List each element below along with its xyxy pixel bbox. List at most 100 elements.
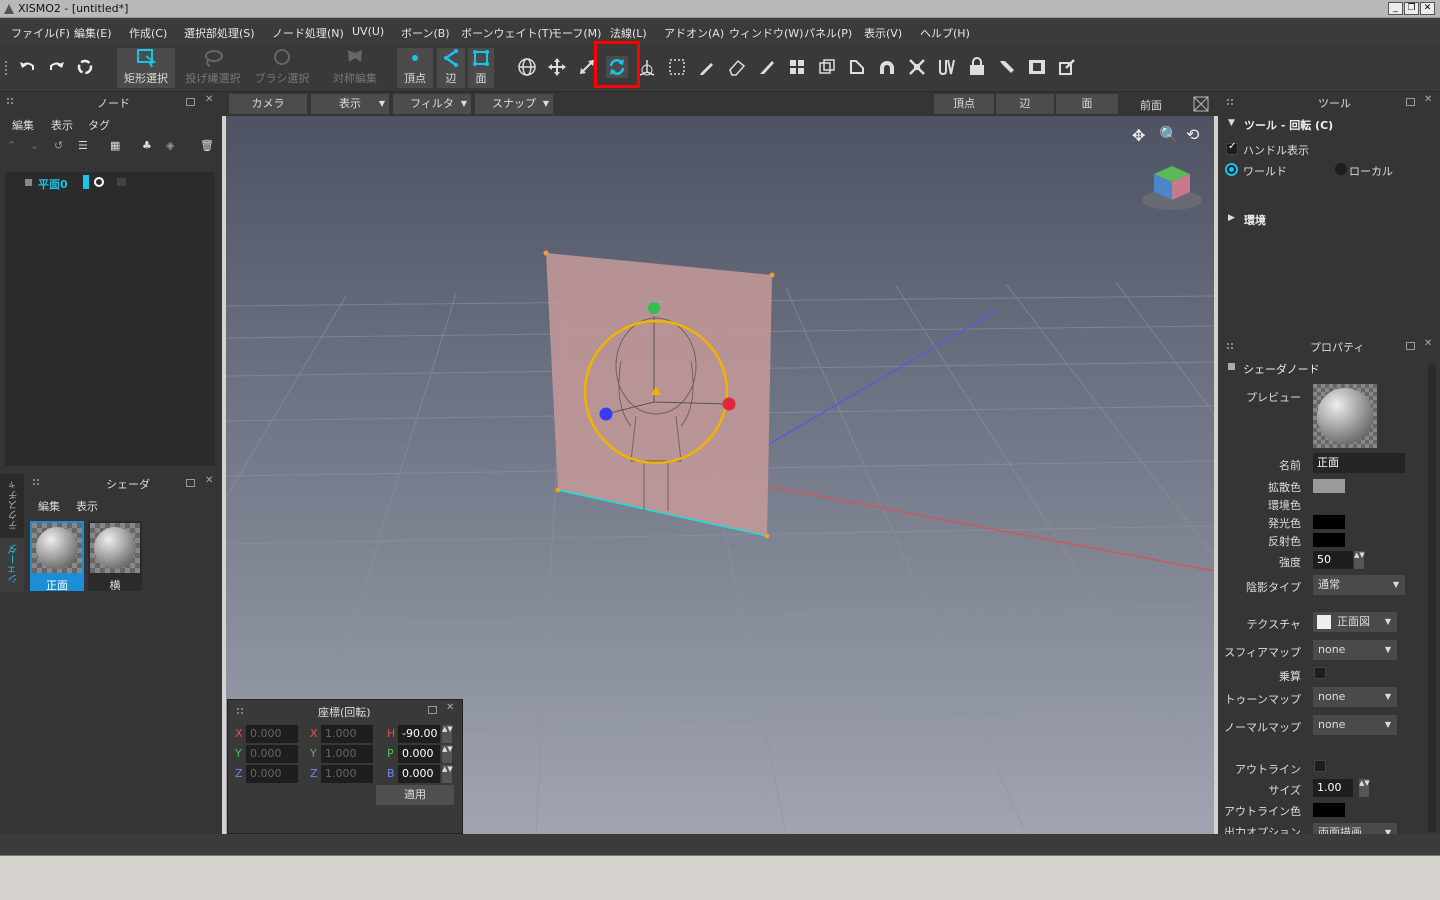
- menu-uv[interactable]: UV(U): [352, 25, 384, 38]
- outline-checkbox[interactable]: [1314, 760, 1326, 772]
- coord-y-input[interactable]: 0.000: [246, 745, 298, 763]
- menu-view[interactable]: 表示(V): [864, 25, 902, 41]
- symmetry-edit-button[interactable]: 対称編集: [326, 48, 384, 88]
- face-view-tab[interactable]: 面: [1056, 94, 1118, 114]
- cube-edit-icon[interactable]: [816, 56, 838, 78]
- marquee-icon[interactable]: [666, 56, 688, 78]
- recycle-icon[interactable]: [74, 56, 96, 78]
- vertex-view-tab[interactable]: 頂点: [934, 94, 994, 114]
- tab-shader[interactable]: シェーダ: [7, 544, 22, 584]
- menu-boneweight[interactable]: ボーンウェイト(T): [461, 25, 553, 41]
- toon-map-dropdown[interactable]: none ▼: [1313, 687, 1397, 707]
- grid-icon[interactable]: ▦: [110, 139, 120, 152]
- node-menu-edit[interactable]: 編集: [12, 117, 34, 133]
- menu-normal[interactable]: 法線(L): [610, 25, 647, 41]
- menu-window[interactable]: ウィンドウ(W): [729, 25, 803, 41]
- node-menu-tag[interactable]: タグ: [88, 117, 110, 133]
- coord-p-input[interactable]: 0.000: [398, 745, 440, 763]
- vertex-mode-button[interactable]: 頂点: [397, 48, 433, 88]
- coord-sz-input[interactable]: 1.000: [321, 765, 373, 783]
- shadow-type-dropdown[interactable]: 通常 ▼: [1313, 575, 1405, 595]
- display-tab[interactable]: 表示 ▼: [311, 94, 389, 114]
- env-section-title[interactable]: 環境: [1244, 212, 1266, 228]
- texture-dropdown[interactable]: 正面図 ▼: [1313, 612, 1397, 632]
- coord-panel-close-button[interactable]: ✕: [446, 702, 454, 713]
- pan-icon[interactable]: ✥: [1132, 126, 1145, 145]
- strength-spinner[interactable]: ▲▼: [1354, 551, 1365, 569]
- edge-mode-button[interactable]: 辺: [437, 48, 465, 88]
- menu-panel[interactable]: パネル(P): [804, 25, 852, 41]
- shader-menu-view[interactable]: 表示: [76, 498, 98, 514]
- pencil-icon[interactable]: [696, 56, 718, 78]
- brush-icon[interactable]: [996, 56, 1018, 78]
- menu-addon[interactable]: アドオン(A): [664, 25, 724, 41]
- node-panel-float-button[interactable]: [186, 98, 195, 106]
- menu-node[interactable]: ノード処理(N): [272, 25, 344, 41]
- list-icon[interactable]: ☰: [78, 139, 88, 152]
- local-radio[interactable]: [1335, 163, 1347, 175]
- spinner[interactable]: ▲▼: [442, 745, 453, 763]
- lasso-select-button[interactable]: 投げ縄選択: [184, 48, 242, 88]
- move-down-icon[interactable]: ⌄: [30, 139, 39, 152]
- coord-h-input[interactable]: -90.00: [398, 725, 440, 743]
- coord-x-input[interactable]: 0.000: [246, 725, 298, 743]
- menu-bone[interactable]: ボーン(B): [401, 25, 450, 41]
- menu-select[interactable]: 選択部処理(S): [184, 25, 255, 41]
- rect-select-button[interactable]: 矩形選択: [117, 48, 175, 88]
- visibility-icon[interactable]: [94, 177, 104, 187]
- shader-menu-edit[interactable]: 編集: [38, 498, 60, 514]
- lock-icon[interactable]: [117, 178, 126, 186]
- group-icon[interactable]: ♣: [142, 139, 152, 152]
- size-spinner[interactable]: ▲▼: [1359, 779, 1370, 797]
- undo-icon[interactable]: [16, 56, 38, 78]
- property-scrollbar[interactable]: [1428, 364, 1436, 832]
- arch-icon[interactable]: [876, 56, 898, 78]
- emissive-color-swatch[interactable]: [1313, 515, 1345, 529]
- edge-view-tab[interactable]: 辺: [996, 94, 1054, 114]
- coord-panel-float-button[interactable]: [428, 706, 437, 714]
- shader-item[interactable]: 正面: [30, 521, 84, 592]
- coord-b-input[interactable]: 0.000: [398, 765, 440, 783]
- bevel-icon[interactable]: [846, 56, 868, 78]
- close-button[interactable]: ✕: [1420, 2, 1435, 15]
- normal-map-dropdown[interactable]: none ▼: [1313, 715, 1397, 735]
- cube-icon[interactable]: ◈: [166, 139, 174, 152]
- name-input[interactable]: 正面: [1313, 453, 1405, 473]
- menu-edit[interactable]: 編集(E): [74, 25, 112, 41]
- puzzle-icon[interactable]: [786, 56, 808, 78]
- snap-tab[interactable]: スナップ ▼: [475, 94, 553, 114]
- shader-item[interactable]: 横: [88, 521, 142, 592]
- node-menu-view[interactable]: 表示: [51, 117, 73, 133]
- bag-icon[interactable]: [966, 56, 988, 78]
- view-name[interactable]: 前面: [1140, 97, 1162, 113]
- globe-icon[interactable]: [516, 56, 538, 78]
- spinner[interactable]: ▲▼: [442, 765, 453, 783]
- eraser-icon[interactable]: [726, 56, 748, 78]
- output-option-dropdown[interactable]: 両面描画 ▼: [1313, 823, 1397, 834]
- node-panel-close-button[interactable]: ✕: [205, 94, 213, 105]
- orbit-icon[interactable]: ⟲: [1186, 125, 1199, 144]
- film-icon[interactable]: [1026, 56, 1048, 78]
- outline-color-swatch[interactable]: [1313, 803, 1345, 817]
- spinner[interactable]: ▲▼: [442, 725, 453, 743]
- edit-box-icon[interactable]: [1056, 56, 1078, 78]
- filter-tab[interactable]: フィルタ ▼: [393, 94, 471, 114]
- coord-sy-input[interactable]: 1.000: [321, 745, 373, 763]
- ambient-color-swatch[interactable]: [1313, 497, 1345, 511]
- sphere-map-dropdown[interactable]: none ▼: [1313, 640, 1397, 660]
- tool-panel-close-button[interactable]: ✕: [1424, 94, 1432, 105]
- coord-sx-input[interactable]: 1.000: [321, 725, 373, 743]
- trash-icon[interactable]: 🗑: [200, 139, 214, 152]
- size-input[interactable]: 1.00: [1313, 779, 1353, 797]
- diffuse-color-swatch[interactable]: [1313, 479, 1345, 493]
- collapse-arrow-icon[interactable]: ▼: [1228, 118, 1235, 128]
- uv-icon[interactable]: [936, 56, 958, 78]
- menu-help[interactable]: ヘルプ(H): [920, 25, 970, 41]
- specular-color-swatch[interactable]: [1313, 533, 1345, 547]
- restore-button[interactable]: ❐: [1404, 2, 1419, 15]
- coord-z-input[interactable]: 0.000: [246, 765, 298, 783]
- node-item-row[interactable]: 平面0: [5, 174, 215, 191]
- collapse-icon[interactable]: [906, 56, 928, 78]
- property-panel-float-button[interactable]: [1406, 342, 1415, 350]
- redo-icon[interactable]: [46, 56, 68, 78]
